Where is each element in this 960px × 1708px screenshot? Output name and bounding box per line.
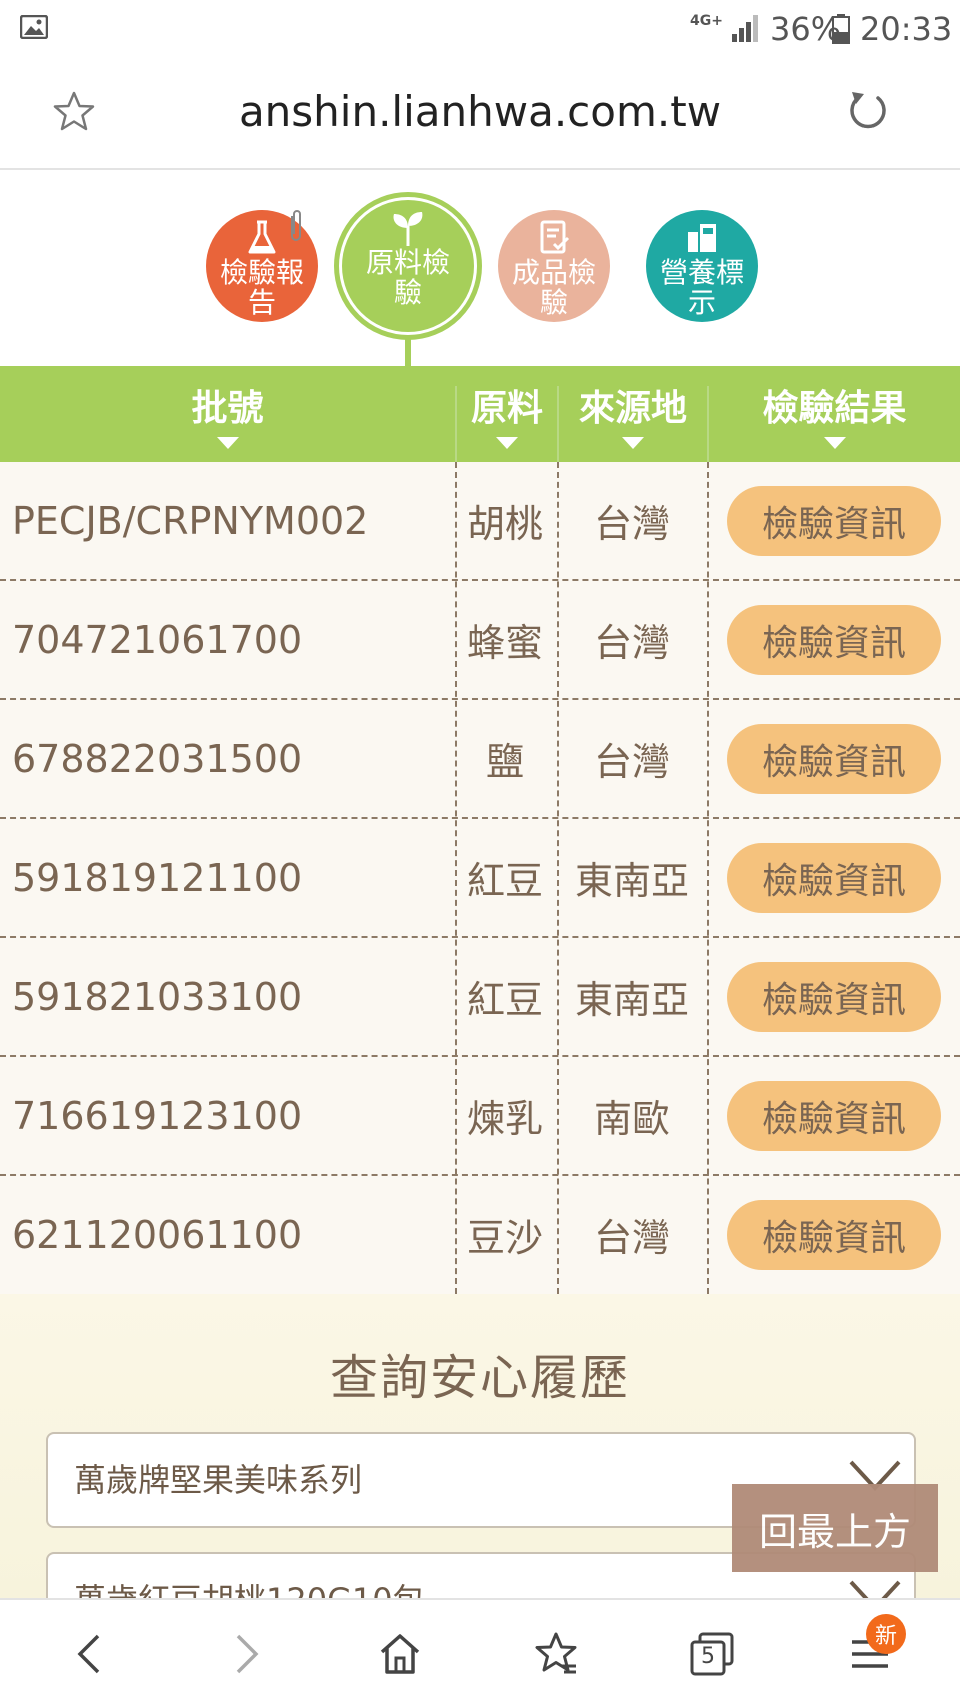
table-row: 716619123100 煉乳 南歐 檢驗資訊 <box>0 1057 960 1176</box>
signal-icon <box>732 15 758 42</box>
checklist-icon <box>540 220 570 254</box>
table-header: 批號 原料 來源地 檢驗結果 <box>0 366 960 462</box>
inspection-table: PECJB/CRPNYM002 胡桃 台灣 檢驗資訊 704721061700 … <box>0 462 960 1294</box>
column-header-origin[interactable]: 來源地 <box>559 366 707 462</box>
table-row: 678822031500 鹽 台灣 檢驗資訊 <box>0 700 960 819</box>
category-product-inspection[interactable]: 成品檢驗 <box>498 210 610 322</box>
home-icon[interactable] <box>376 1630 424 1678</box>
url-text[interactable]: anshin.lianhwa.com.tw <box>0 80 960 144</box>
category-label: 原料檢驗 <box>365 246 450 309</box>
material: 豆沙 <box>466 1216 543 1260</box>
origin: 台灣 <box>593 740 670 784</box>
active-category-pointer <box>405 338 411 368</box>
lot-number: 704721061700 <box>12 617 303 662</box>
material: 鹽 <box>485 740 524 784</box>
tab-count: 5 <box>701 1644 715 1669</box>
lot-number: 591821033100 <box>12 974 303 1019</box>
column-divider <box>455 462 457 1294</box>
category-raw-material-inspection[interactable]: 原料檢驗 <box>342 200 474 332</box>
back-to-top-button[interactable]: 回最上方 <box>732 1484 938 1572</box>
battery-percent: 36% <box>770 10 842 48</box>
inspection-info-button[interactable]: 檢驗資訊 <box>727 843 941 913</box>
material: 紅豆 <box>466 978 543 1022</box>
table-row: 621120061100 豆沙 台灣 檢驗資訊 <box>0 1176 960 1294</box>
category-nav: 檢驗報告 原料檢驗 成品檢驗 營養標示 <box>0 170 960 368</box>
chevron-down-icon <box>849 1580 901 1598</box>
sort-arrow-icon <box>496 437 518 449</box>
inspection-info-button[interactable]: 檢驗資訊 <box>727 486 941 556</box>
lot-number: 621120061100 <box>12 1212 303 1257</box>
column-header-result[interactable]: 檢驗結果 <box>709 366 960 462</box>
column-divider <box>707 462 709 1294</box>
origin: 台灣 <box>593 1216 670 1260</box>
material: 胡桃 <box>466 502 543 546</box>
origin: 東南亞 <box>574 859 689 903</box>
bookmarks-star-icon[interactable] <box>532 1630 580 1678</box>
select-value: 萬歲紅豆胡桃120G10包 <box>74 1554 425 1598</box>
inspection-info-button[interactable]: 檢驗資訊 <box>727 1081 941 1151</box>
column-divider <box>557 462 559 1294</box>
paperclip-icon <box>291 210 301 241</box>
lot-number: PECJB/CRPNYM002 <box>12 498 369 543</box>
category-label: 成品檢驗 <box>511 256 596 319</box>
column-header-material[interactable]: 原料 <box>457 366 557 462</box>
inspection-info-button[interactable]: 檢驗資訊 <box>727 605 941 675</box>
network-type: 4G+ <box>690 13 723 29</box>
battery-icon <box>832 14 850 44</box>
origin: 台灣 <box>593 621 670 665</box>
select-value: 萬歲牌堅果美味系列 <box>74 1461 363 1499</box>
lot-number: 716619123100 <box>12 1093 303 1138</box>
forward-arrow-icon[interactable] <box>222 1630 270 1678</box>
lot-number: 678822031500 <box>12 736 303 781</box>
browser-toolbar: 5 新 <box>0 1598 960 1708</box>
material: 紅豆 <box>466 859 543 903</box>
clock: 20:33 <box>860 10 953 48</box>
flask-icon <box>248 220 276 254</box>
browser-address-bar: anshin.lianhwa.com.tw <box>0 58 960 170</box>
section-title: 查詢安心履歷 <box>329 1350 630 1406</box>
category-nutrition-label[interactable]: 營養標示 <box>646 210 758 322</box>
back-arrow-icon[interactable] <box>66 1630 114 1678</box>
table-row: PECJB/CRPNYM002 胡桃 台灣 檢驗資訊 <box>0 462 960 581</box>
image-notification-icon <box>20 15 48 39</box>
tabs-button[interactable]: 5 <box>688 1630 736 1678</box>
sort-arrow-icon <box>622 437 644 449</box>
inspection-info-button[interactable]: 檢驗資訊 <box>727 962 941 1032</box>
table-row: 591821033100 紅豆 東南亞 檢驗資訊 <box>0 938 960 1057</box>
inspection-info-button[interactable]: 檢驗資訊 <box>727 724 941 794</box>
inspection-info-button[interactable]: 檢驗資訊 <box>727 1200 941 1270</box>
category-label: 檢驗報告 <box>219 256 304 319</box>
origin: 台灣 <box>593 502 670 546</box>
sort-arrow-icon <box>823 437 846 449</box>
sprout-icon <box>393 212 423 246</box>
nutrition-icon <box>688 224 716 252</box>
status-bar: 4G+ 36% 20:33 <box>0 0 960 58</box>
table-row: 591819121100 紅豆 東南亞 檢驗資訊 <box>0 819 960 938</box>
column-header-lot[interactable]: 批號 <box>0 366 455 462</box>
menu-new-badge: 新 <box>866 1614 906 1654</box>
category-label: 營養標示 <box>659 256 744 319</box>
material: 煉乳 <box>466 1097 543 1141</box>
lot-number: 591819121100 <box>12 855 303 900</box>
origin: 南歐 <box>593 1097 670 1141</box>
reload-icon[interactable] <box>844 88 890 134</box>
sort-arrow-icon <box>216 437 239 449</box>
material: 蜂蜜 <box>466 621 543 665</box>
table-row: 704721061700 蜂蜜 台灣 檢驗資訊 <box>0 581 960 700</box>
origin: 東南亞 <box>574 978 689 1022</box>
